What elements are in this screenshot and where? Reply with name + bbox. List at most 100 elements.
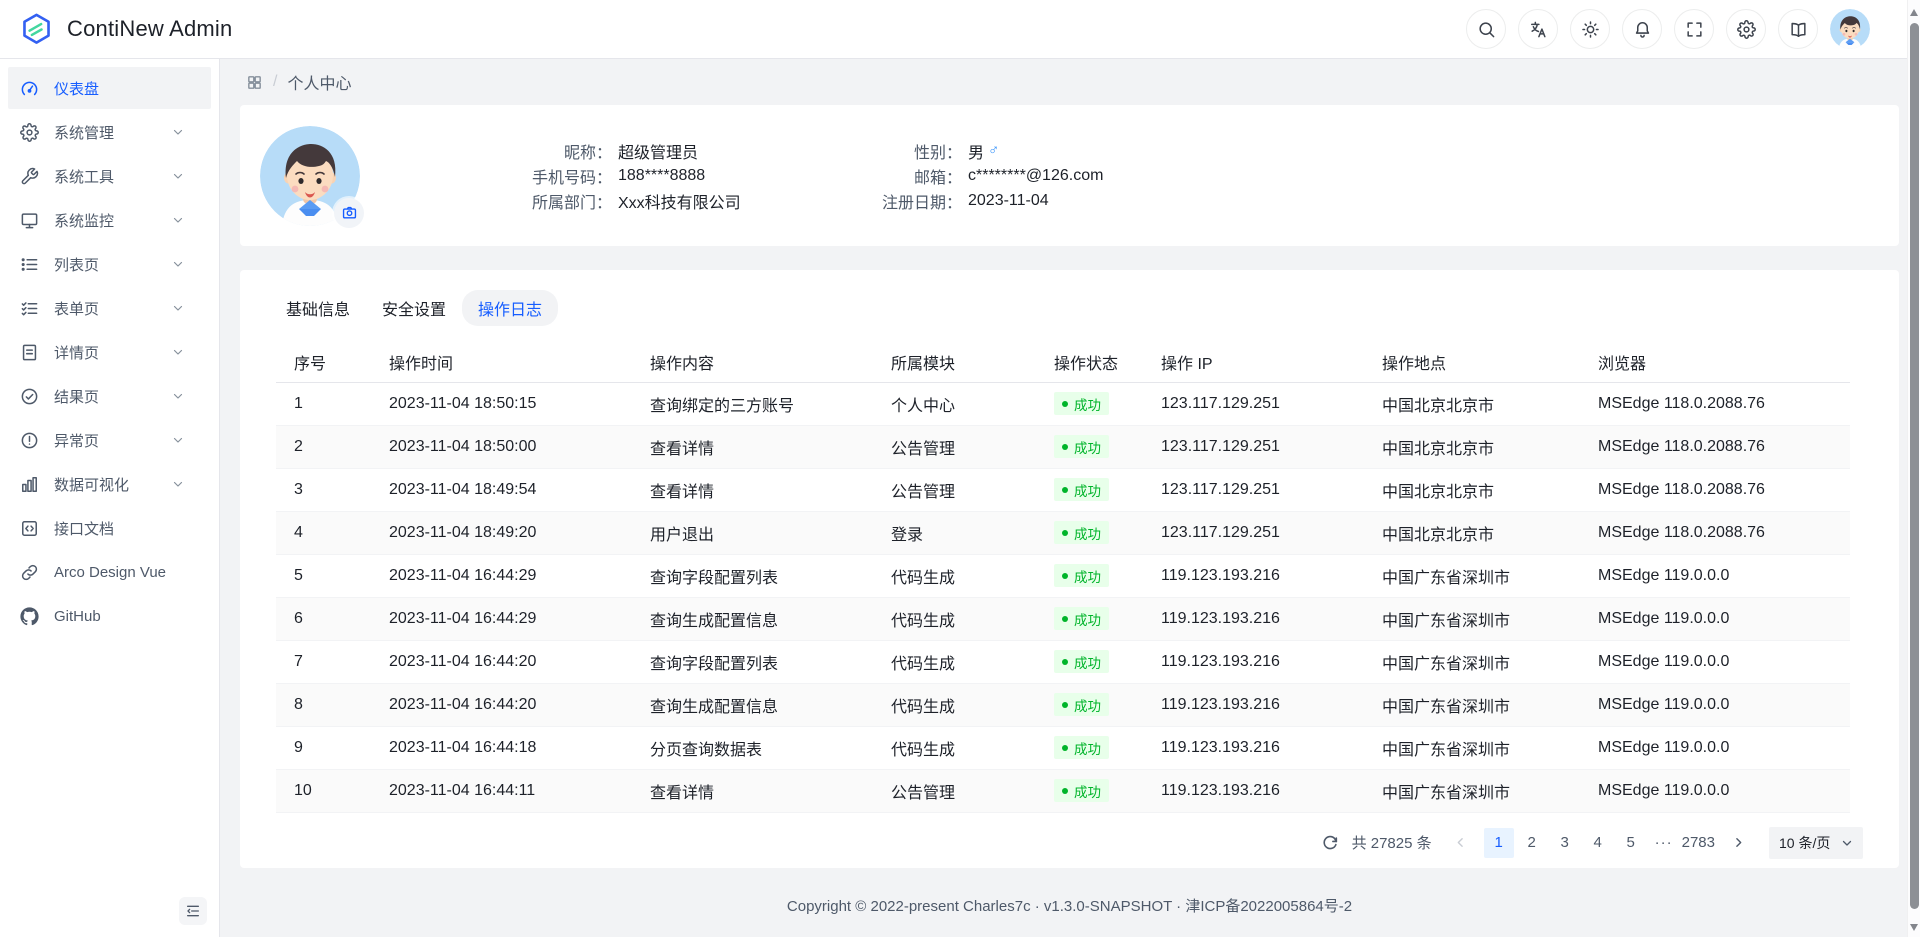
sidebar-item-label: 详情页 xyxy=(54,342,172,363)
camera-icon xyxy=(342,205,357,220)
sidebar-item-data-visualization[interactable]: 数据可视化 xyxy=(8,463,211,505)
scrollbar-down-arrow[interactable] xyxy=(1910,924,1918,931)
sidebar-item-system-tools[interactable]: 系统工具 xyxy=(8,155,211,197)
cell-module: 代码生成 xyxy=(873,640,1036,683)
table-row: 12023-11-04 18:50:15查询绑定的三方账号个人中心成功123.1… xyxy=(276,382,1850,425)
settings-button[interactable] xyxy=(1726,9,1766,49)
cell-content: 查询生成配置信息 xyxy=(632,597,873,640)
theme-button[interactable] xyxy=(1570,9,1610,49)
docs-button[interactable] xyxy=(1778,9,1818,49)
cell-module: 个人中心 xyxy=(873,382,1036,425)
checklist-icon xyxy=(20,299,39,318)
field-value: 2023-11-04 xyxy=(968,192,1049,210)
status-dot-icon xyxy=(1062,659,1068,665)
book-icon xyxy=(1789,20,1808,39)
change-avatar-button[interactable] xyxy=(334,198,364,228)
sidebar-item-system-management[interactable]: 系统管理 xyxy=(8,111,211,153)
pagination-ellipsis[interactable]: ··· xyxy=(1649,834,1679,851)
tab-security[interactable]: 安全设置 xyxy=(366,290,462,326)
link-icon xyxy=(20,563,39,582)
cell-module: 公告管理 xyxy=(873,425,1036,468)
page-size-select[interactable]: 10 条/页 xyxy=(1769,827,1863,859)
cell-ip: 123.117.129.251 xyxy=(1143,468,1364,511)
tab-basic-info[interactable]: 基础信息 xyxy=(270,290,366,326)
pagination-pages: 12345···2783 xyxy=(1484,828,1715,858)
sidebar-item-label: 系统工具 xyxy=(54,166,172,187)
profile-info-right: 性别：男♂邮箱：c********@126.com注册日期：2023-11-04 xyxy=(802,138,1103,213)
pagination-page-3[interactable]: 3 xyxy=(1550,828,1580,858)
profile-field: 手机号码： 188****8888 xyxy=(452,163,802,188)
cell-location: 中国广东省深圳市 xyxy=(1364,554,1580,597)
sidebar-item-detail-page[interactable]: 详情页 xyxy=(8,331,211,373)
table-row: 32023-11-04 18:49:54查看详情公告管理成功123.117.12… xyxy=(276,468,1850,511)
sidebar-item-label: 异常页 xyxy=(54,430,172,451)
pagination-next-button[interactable] xyxy=(1723,828,1753,858)
top-navbar: ContiNew Admin xyxy=(0,0,1920,59)
cell-ip: 119.123.193.216 xyxy=(1143,597,1364,640)
cell-status: 成功 xyxy=(1036,683,1143,726)
sidebar-menu: 仪表盘系统管理系统工具系统监控列表页表单页详情页结果页异常页数据可视化接口文档A… xyxy=(0,67,219,637)
notification-button[interactable] xyxy=(1622,9,1662,49)
code-doc-icon xyxy=(20,519,39,538)
refresh-icon[interactable] xyxy=(1316,829,1344,857)
collapse-sidebar-button[interactable] xyxy=(179,897,207,925)
pagination: 共 27825 条 12345···2783 10 条/页 xyxy=(240,827,1863,859)
sidebar-item-dashboard[interactable]: 仪表盘 xyxy=(8,67,211,109)
pagination-page-5[interactable]: 5 xyxy=(1616,828,1646,858)
page-scrollbar[interactable] xyxy=(1907,0,1920,937)
gear-icon xyxy=(20,123,39,142)
language-button[interactable] xyxy=(1518,9,1558,49)
sidebar-item-label: 列表页 xyxy=(54,254,172,275)
field-label: 邮箱： xyxy=(802,164,962,188)
profile-field: 邮箱：c********@126.com xyxy=(802,163,1103,188)
field-value: 188****8888 xyxy=(618,167,705,185)
field-value: 男♂ xyxy=(968,139,999,163)
cell-browser: MSEdge 119.0.0.0 xyxy=(1580,769,1850,812)
status-badge: 成功 xyxy=(1054,564,1109,587)
cell-content: 查看详情 xyxy=(632,425,873,468)
tabs: 基础信息安全设置操作日志 xyxy=(270,290,1899,326)
fullscreen-button[interactable] xyxy=(1674,9,1714,49)
sidebar-item-label: 系统监控 xyxy=(54,210,172,231)
cell-ip: 123.117.129.251 xyxy=(1143,425,1364,468)
cell-content: 查看详情 xyxy=(632,468,873,511)
pagination-page-2[interactable]: 2 xyxy=(1517,828,1547,858)
chevron-down-icon xyxy=(172,258,184,270)
profile-info-left: 昵称：超级管理员手机号码：188****8888所属部门：Xxx科技有限公司 xyxy=(452,138,802,213)
monitor-icon xyxy=(20,211,39,230)
cell-ip: 119.123.193.216 xyxy=(1143,726,1364,769)
sidebar-item-arco-design-vue[interactable]: Arco Design Vue xyxy=(8,551,211,593)
cell-ip: 119.123.193.216 xyxy=(1143,640,1364,683)
pagination-page-1[interactable]: 1 xyxy=(1484,828,1514,858)
scrollbar-up-arrow[interactable] xyxy=(1910,9,1918,16)
apps-icon[interactable] xyxy=(246,74,263,91)
sidebar-item-exception-page[interactable]: 异常页 xyxy=(8,419,211,461)
table-header-cell: 所属模块 xyxy=(873,342,1036,382)
cell-status: 成功 xyxy=(1036,640,1143,683)
sidebar-item-result-page[interactable]: 结果页 xyxy=(8,375,211,417)
status-badge: 成功 xyxy=(1054,607,1109,630)
table-row: 102023-11-04 16:44:11查看详情公告管理成功119.123.1… xyxy=(276,769,1850,812)
table-body: 12023-11-04 18:50:15查询绑定的三方账号个人中心成功123.1… xyxy=(276,382,1850,812)
table-header-cell: 操作 IP xyxy=(1143,342,1364,382)
pagination-page-4[interactable]: 4 xyxy=(1583,828,1613,858)
tab-operation-log[interactable]: 操作日志 xyxy=(462,290,558,326)
user-avatar[interactable] xyxy=(1830,9,1870,49)
cell-no: 1 xyxy=(276,382,371,425)
cell-no: 8 xyxy=(276,683,371,726)
field-label: 手机号码： xyxy=(452,164,612,188)
pagination-prev-button[interactable] xyxy=(1446,828,1476,858)
field-value: 超级管理员 xyxy=(618,139,698,163)
pagination-page-2783[interactable]: 2783 xyxy=(1682,828,1715,858)
table-header-cell: 操作地点 xyxy=(1364,342,1580,382)
status-badge: 成功 xyxy=(1054,392,1109,415)
scrollbar-thumb[interactable] xyxy=(1910,23,1919,909)
sidebar-item-label: 数据可视化 xyxy=(54,474,172,495)
cell-status: 成功 xyxy=(1036,425,1143,468)
sidebar-item-api-docs[interactable]: 接口文档 xyxy=(8,507,211,549)
sidebar-item-list-page[interactable]: 列表页 xyxy=(8,243,211,285)
sidebar-item-github[interactable]: GitHub xyxy=(8,595,211,637)
sidebar-item-form-page[interactable]: 表单页 xyxy=(8,287,211,329)
sidebar-item-system-monitor[interactable]: 系统监控 xyxy=(8,199,211,241)
search-button[interactable] xyxy=(1466,9,1506,49)
